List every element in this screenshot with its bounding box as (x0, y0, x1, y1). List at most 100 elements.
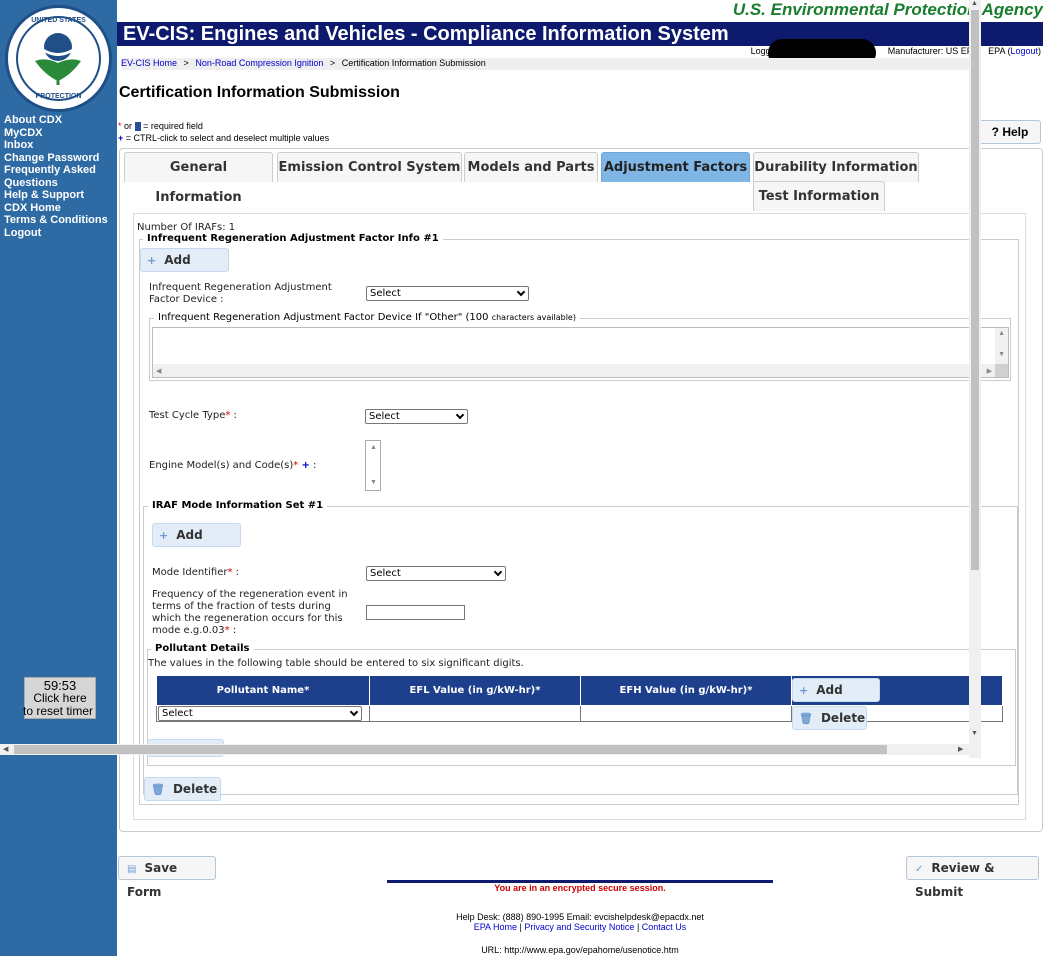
plus-icon: + (147, 254, 157, 267)
logout-link[interactable]: Logout (1010, 46, 1038, 56)
mode-identifier-label: Mode Identifier* : (152, 567, 240, 578)
tab-general-information[interactable]: General Information (124, 152, 273, 205)
secure-session-notice: You are in an encrypted secure session. (494, 883, 666, 893)
required-star-icon: * (535, 685, 541, 696)
sidebar-item-cdx-home[interactable]: CDX Home (4, 202, 116, 215)
scroll-up-icon[interactable]: ▲ (971, 0, 978, 7)
add-pollutant-button[interactable]: + Add (792, 678, 880, 702)
required-star-icon: * (227, 567, 233, 578)
required-star-icon: * (118, 121, 122, 131)
test-cycle-select-value: Select (369, 411, 400, 422)
plus-icon: + (799, 684, 809, 697)
session-timer-button[interactable]: 59:53 Click here to reset timer (22, 677, 96, 719)
pollutant-name-cell: Select (156, 705, 370, 722)
page-title: Certification Information Submission (119, 84, 400, 101)
add-iraf-button[interactable]: + Add (140, 248, 229, 272)
add-pollutant-label: Add (816, 683, 843, 697)
other-device-legend: Infrequent Regeneration Adjustment Facto… (154, 312, 580, 323)
required-block-icon (134, 122, 141, 132)
other-device-label: Infrequent Regeneration Adjustment Facto… (158, 312, 489, 323)
sidebar-item-help-support[interactable]: Help & Support (4, 189, 116, 202)
scroll-left-icon[interactable]: ◀ (156, 367, 161, 375)
required-star-icon: * (293, 460, 299, 471)
manufacturer-extra: EPA (988, 46, 1005, 56)
breadcrumb-non-road[interactable]: Non-Road Compression Ignition (195, 58, 323, 68)
pollutant-note: The values in the following table should… (148, 658, 524, 669)
breadcrumb: EV-CIS Home > Non-Road Compression Ignit… (121, 58, 971, 70)
efl-value-cell[interactable] (369, 705, 581, 722)
tab-models-and-parts[interactable]: Models and Parts (464, 152, 598, 182)
footer-epa-home-link[interactable]: EPA Home (474, 922, 517, 932)
epa-seal-logo[interactable]: UNITED STATES PROTECTION (5, 5, 112, 112)
scroll-down-icon[interactable]: ▼ (971, 730, 978, 737)
iraf-info-legend: Infrequent Regeneration Adjustment Facto… (143, 233, 443, 244)
sidebar-item-terms[interactable]: Terms & Conditions (4, 214, 116, 227)
legend-multi: = CTRL-click to select and deselect mult… (125, 133, 330, 143)
delete-iraf-button[interactable]: 🗑 Delete (144, 777, 221, 801)
plus-icon: + (159, 529, 169, 542)
sidebar-item-about-cdx[interactable]: About CDX (4, 114, 116, 127)
page-vertical-scrollbar[interactable]: ▲ ▼ (969, 0, 981, 758)
scroll-down-icon[interactable]: ▼ (998, 351, 1005, 358)
footer-url: URL: http://www.epa.gov/epahome/usenotic… (481, 945, 679, 955)
device-select[interactable]: Select (366, 286, 529, 301)
scroll-right-icon[interactable]: ▶ (987, 367, 992, 375)
tab-emission-control-system[interactable]: Emission Control System (277, 152, 462, 182)
th-efh-value: EFH Value (in g/kW-hr)* (580, 675, 792, 706)
th-pollutant-name: Pollutant Name* (156, 675, 370, 706)
device-label: Infrequent Regeneration Adjustment Facto… (149, 282, 332, 305)
frequency-input[interactable] (366, 605, 465, 620)
delete-iraf-label: Delete (172, 782, 218, 796)
table-row: Select (156, 705, 1003, 722)
page-horizontal-scrollbar[interactable]: ◀ ▶ (0, 744, 980, 755)
breadcrumb-home[interactable]: EV-CIS Home (121, 58, 177, 68)
mode-set-legend: IRAF Mode Information Set #1 (148, 500, 328, 511)
save-form-button[interactable]: ▤ Save Form (118, 856, 216, 899)
delete-pollutant-button[interactable]: 🗑 Delete (792, 706, 867, 730)
scroll-right-icon[interactable]: ▶ (958, 745, 963, 753)
mode-identifier-select[interactable]: Select (366, 566, 506, 581)
test-cycle-select[interactable]: Select (365, 409, 468, 424)
tab-durability-information[interactable]: Durability Information (753, 152, 919, 182)
multi-select-plus-icon: + (118, 133, 124, 143)
frequency-label-text: Frequency of the regeneration event in t… (152, 589, 348, 636)
chevron-down-icon (455, 410, 465, 420)
textarea-hscrollbar[interactable] (153, 364, 1008, 377)
scroll-down-icon[interactable]: ▼ (370, 479, 377, 486)
sidebar-item-change-password[interactable]: Change Password (4, 152, 116, 165)
add-mode-button[interactable]: + Add (152, 523, 241, 547)
scroll-up-icon[interactable]: ▲ (998, 330, 1005, 337)
footer-contact-link[interactable]: Contact Us (642, 922, 687, 932)
add-mode-label: Add (176, 528, 203, 542)
legend-required: = required field (143, 121, 203, 131)
footer-privacy-link[interactable]: Privacy and Security Notice (524, 922, 634, 932)
help-button[interactable]: ? Help (979, 120, 1041, 144)
breadcrumb-sep: > (183, 58, 189, 68)
th-pollutant-name-text: Pollutant Name (216, 685, 305, 696)
scroll-up-icon[interactable]: ▲ (370, 444, 377, 451)
sidebar-item-inbox[interactable]: Inbox (4, 139, 116, 152)
textarea-resize-corner[interactable] (995, 364, 1008, 377)
review-submit-button[interactable]: ✓ Review & Submit (906, 856, 1039, 899)
tab-adjustment-factors[interactable]: Adjustment Factors (601, 152, 750, 182)
efh-value-cell[interactable] (580, 705, 792, 722)
engine-models-listbox[interactable]: ▲ ▼ (365, 440, 381, 491)
pollutant-select[interactable]: Select (158, 706, 362, 721)
tab-test-information[interactable]: Test Information (753, 181, 885, 211)
vertical-scroll-thumb[interactable] (971, 10, 979, 570)
sidebar-item-mycdx[interactable]: MyCDX (4, 127, 116, 140)
other-device-textarea[interactable]: ▲ ▼ ◀ ▶ (152, 327, 1009, 378)
horizontal-scroll-thumb[interactable] (14, 745, 887, 754)
save-icon: ▤ (127, 864, 137, 875)
frequency-label: Frequency of the regeneration event in t… (152, 589, 348, 636)
scroll-left-icon[interactable]: ◀ (3, 745, 8, 753)
breadcrumb-sep: > (329, 58, 336, 68)
sidebar-item-logout[interactable]: Logout (4, 227, 116, 240)
mode-identifier-select-value: Select (370, 568, 401, 579)
sidebar-item-faq[interactable]: Frequently Asked Questions (4, 164, 116, 189)
delete-pollutant-label: Delete (820, 711, 866, 725)
required-star-icon: * (224, 625, 230, 636)
add-iraf-label: Add (164, 253, 191, 267)
timer-line2: to reset timer (22, 704, 94, 718)
field-legend: * or = required field + = CTRL-click to … (118, 120, 329, 144)
